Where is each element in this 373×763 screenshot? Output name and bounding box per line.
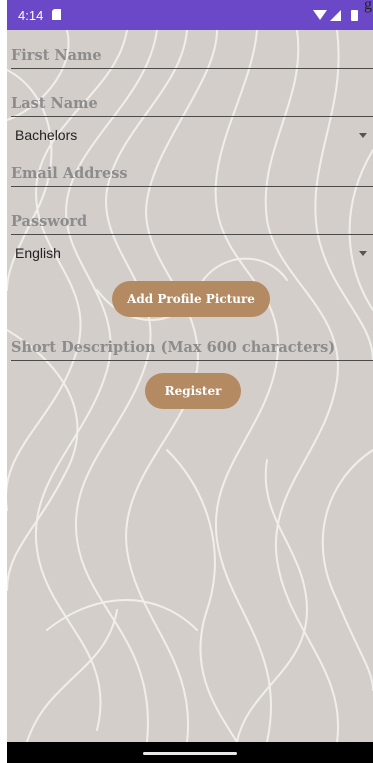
degree-selected-value: Bachelors <box>15 127 78 143</box>
wifi-icon <box>313 10 327 20</box>
email-field[interactable]: Email Address <box>11 154 373 187</box>
dropdown-arrow-icon <box>359 133 367 138</box>
status-icons <box>313 10 358 21</box>
sd-card-icon <box>52 9 61 20</box>
navigation-bar <box>7 742 373 763</box>
email-hint: Email Address <box>11 165 128 182</box>
short-description-field[interactable]: Short Description (Max 600 characters) <box>11 328 373 361</box>
signal-icon <box>330 10 341 21</box>
short-description-hint: Short Description (Max 600 characters) <box>11 339 336 356</box>
clipped-edge-text: g <box>364 0 372 13</box>
language-dropdown[interactable]: English <box>11 241 367 267</box>
phone-screen: 4:14 First Name Last Name Bachelors Emai… <box>7 0 373 763</box>
password-hint: Password <box>11 213 88 230</box>
status-time: 4:14 <box>18 8 44 23</box>
home-gesture-handle[interactable] <box>143 752 237 755</box>
add-profile-picture-button[interactable]: Add Profile Picture <box>112 281 270 317</box>
status-bar: 4:14 <box>7 0 373 30</box>
last-name-hint: Last Name <box>11 95 98 112</box>
dropdown-arrow-icon <box>359 251 367 256</box>
first-name-hint: First Name <box>11 47 102 64</box>
first-name-field[interactable]: First Name <box>11 36 373 69</box>
language-selected-value: English <box>15 245 61 261</box>
password-field[interactable]: Password <box>11 202 373 235</box>
last-name-field[interactable]: Last Name <box>11 84 373 117</box>
register-button[interactable]: Register <box>145 373 241 409</box>
battery-icon <box>351 10 358 21</box>
degree-dropdown[interactable]: Bachelors <box>11 123 367 149</box>
